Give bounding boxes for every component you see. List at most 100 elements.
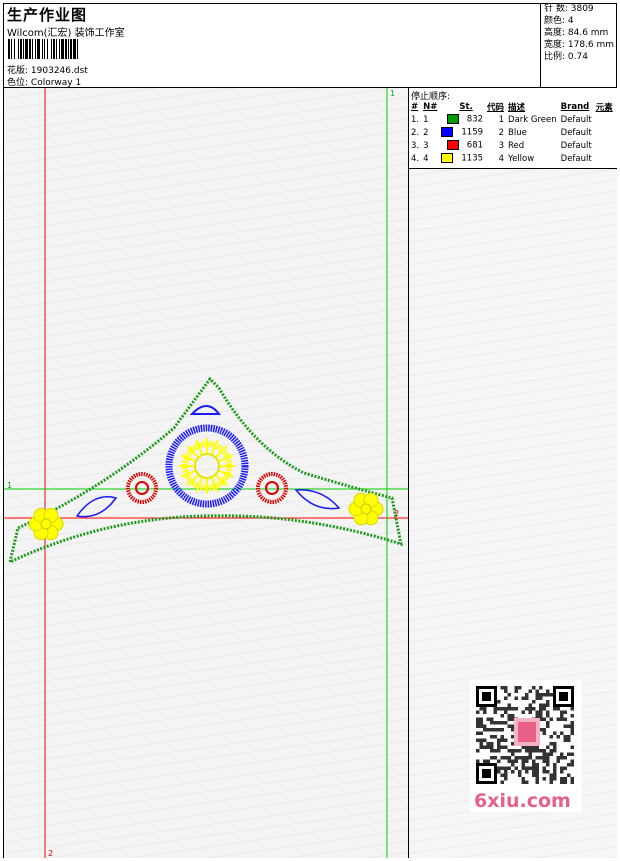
qr-module [511,742,515,746]
qr-module [532,773,536,777]
qr-module [553,773,557,777]
col-brand: Brand [560,101,590,112]
col-code: 代码 [487,102,505,113]
qr-module [563,780,567,784]
row-needle: 3 [423,140,429,151]
row-code: 1 [498,114,505,125]
qr-module [521,777,525,781]
qr-module [476,721,480,725]
color-row: 4. 4 1135 4 Yellow Default [409,152,615,165]
row-description: Red [508,140,525,151]
row-stitches-cell: 1135 [439,152,485,165]
qr-module [546,689,550,693]
qr-module [535,777,539,781]
qr-module [521,745,525,749]
studio-name: Wilcom(汇宏) 装饰工作室 [7,28,125,39]
row-description: Blue [508,127,527,138]
qr-module [486,742,490,746]
qr-module [507,707,511,711]
qr-module [500,686,504,690]
qr-module [518,749,522,753]
qr-module [486,759,490,763]
qr-module [539,686,543,690]
qr-module [563,717,567,721]
qr-module [549,749,553,753]
flower-center [360,503,372,515]
row-stitches-cell: 681 [439,139,485,152]
qr-module [556,756,560,760]
color-row: 2. 2 1159 2 Blue Default [409,126,615,139]
row-index: 1. [411,114,420,125]
qr-module [546,710,550,714]
qr-module [570,728,574,732]
qr-module [497,707,501,711]
qr-module [532,707,536,711]
guide-marker-red-bottom: 2 [48,849,53,858]
qr-module [504,766,508,770]
qr-module [553,731,557,735]
embroidery-drawing: 1 1 2 2 [4,88,408,858]
colorway-label: 色位: [7,78,29,88]
qr-module [528,766,532,770]
stats-panel: 针 数: 3809 颜色: 4 高度: 84.6 mm 宽度: 178.6 mm… [540,3,617,87]
qr-module [476,731,480,735]
qr-module [549,780,553,784]
qr-module [528,749,532,753]
qr-module [483,738,487,742]
qr-module [532,700,536,704]
qr-module [556,707,560,711]
qr-module [556,717,560,721]
stop-sequence-panel: 停止顺序: # N# St. 代码 描述 Brand 元素 1. 1 832 1 Dar… [409,88,617,169]
qr-module [483,707,487,711]
qr-module [542,756,546,760]
qr-module [542,703,546,707]
qr-module [570,780,574,784]
qr-module [553,770,557,774]
qr-module [525,749,529,753]
qr-module [507,693,511,697]
qr-module [539,693,543,697]
qr-module [507,759,511,763]
qr-module [549,777,553,781]
qr-module [535,714,539,718]
color-swatch [441,153,454,164]
qr-module [525,696,529,700]
qr-module [504,696,508,700]
qr-module [546,721,550,725]
qr-module [497,738,501,742]
color-swatch [446,140,459,151]
qr-module [570,707,574,711]
col-index: # [411,101,419,112]
page-title: 生产作业图 [7,6,88,24]
qr-module [542,717,546,721]
qr-module [490,721,494,725]
qr-module [521,710,525,714]
qr-module [511,752,515,756]
qr-module [497,759,501,763]
qr-module [493,749,497,753]
guide-marker-green-left: 1 [7,481,12,490]
stitch-count: 针 数: 3809 [544,4,594,14]
qr-module [504,710,508,714]
qr-module [542,770,546,774]
qr-module [560,717,564,721]
qr-module [490,756,494,760]
colorway-value: Colorway 1 [30,78,82,88]
row-stitches-cell: 832 [439,113,485,126]
qr-module [535,773,539,777]
qr-module [570,731,574,735]
qr-module [559,692,568,701]
qr-module [476,749,480,753]
qr-module [532,749,536,753]
row-stitches: 681 [466,140,484,151]
qr-module [549,717,553,721]
qr-module [479,721,483,725]
qr-module [504,689,508,693]
qr-module [560,780,564,784]
qr-module [511,707,515,711]
qr-module [535,696,539,700]
qr-module [567,724,571,728]
row-code: 3 [498,140,505,151]
qr-module [535,689,539,693]
qr-module [532,766,536,770]
